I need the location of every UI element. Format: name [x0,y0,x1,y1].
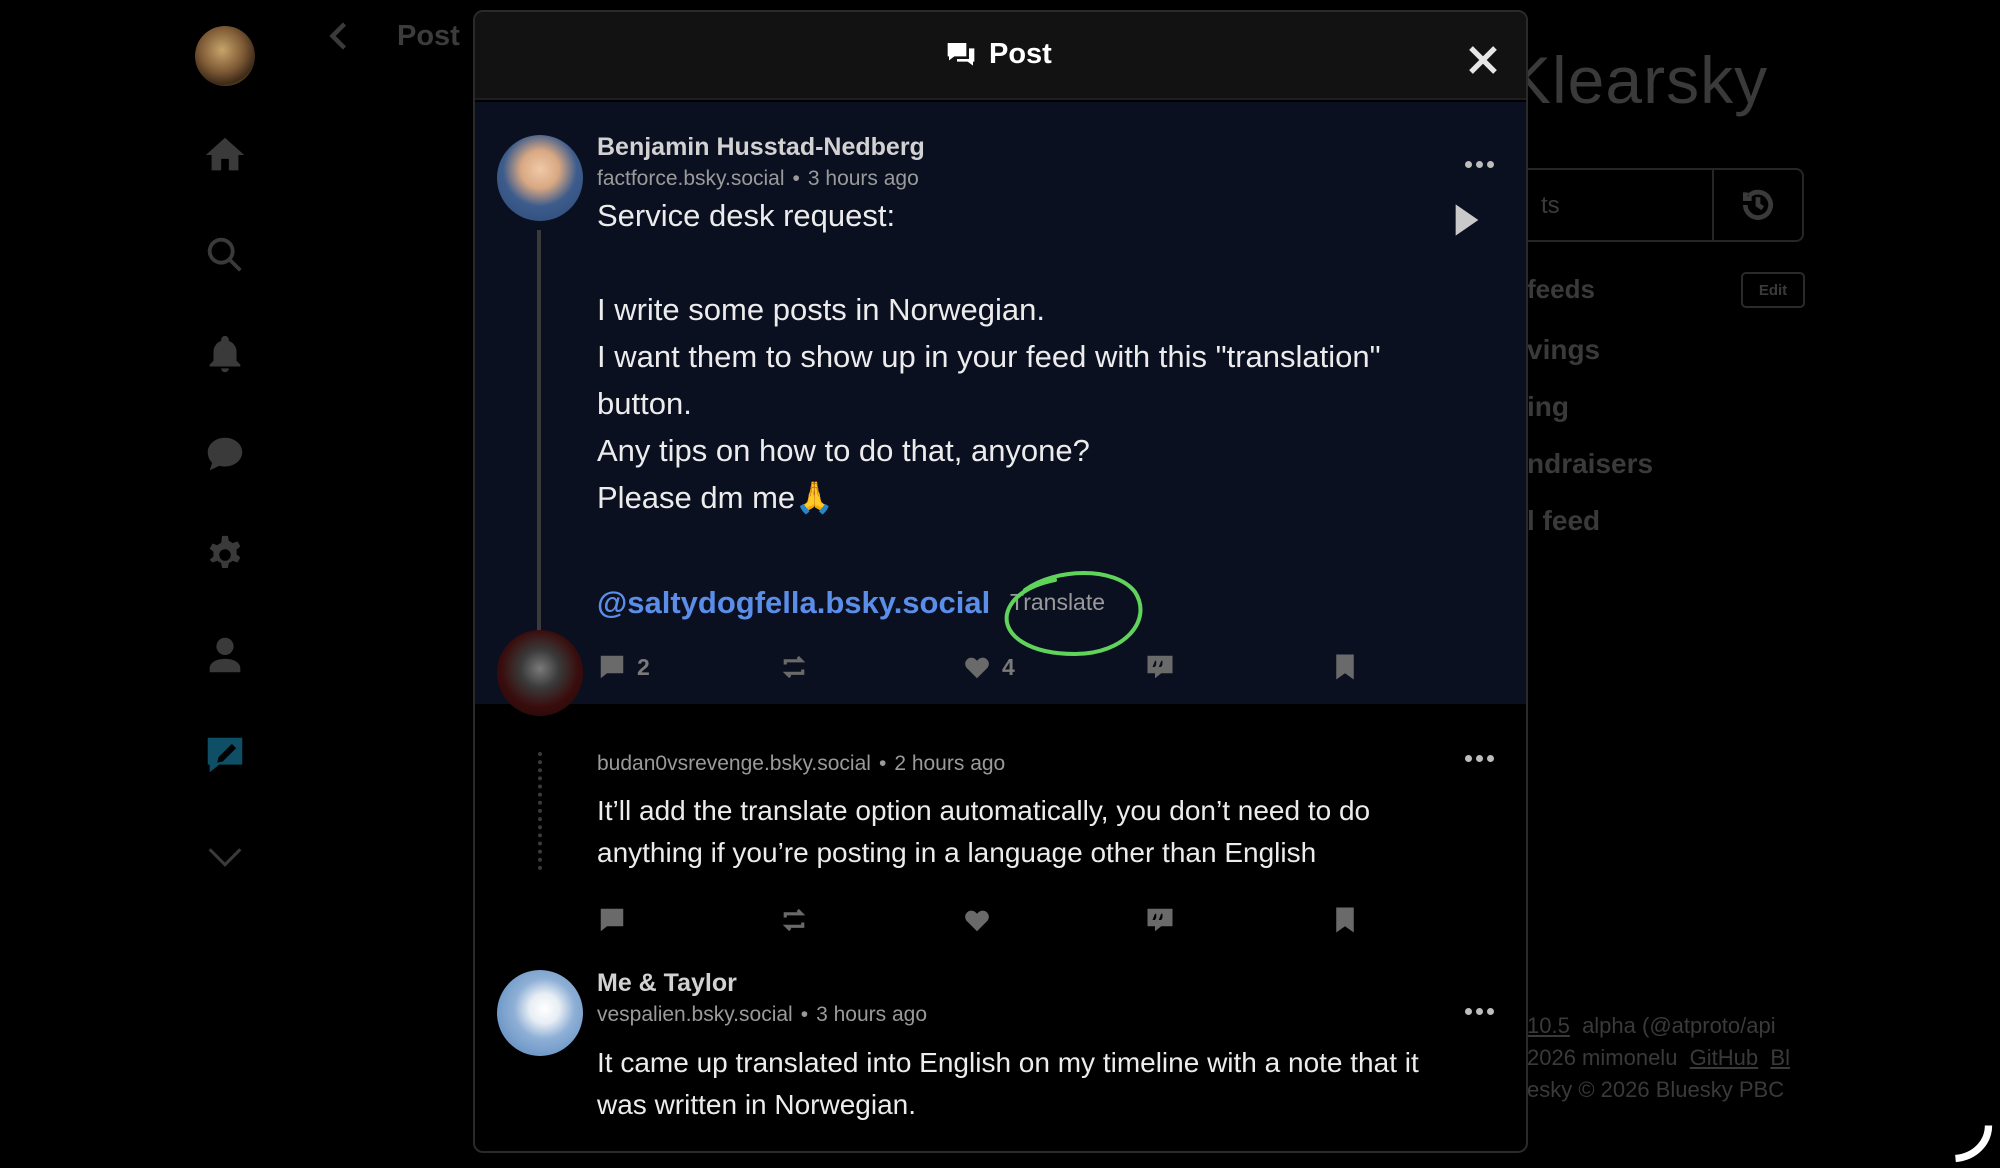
repost-button[interactable] [779,905,809,935]
close-button[interactable] [1465,42,1505,82]
bookmark-button[interactable] [1330,905,1360,935]
like-button[interactable]: 4 [962,652,1015,682]
footer-line-3: esky © 2026 Bluesky PBC [1527,1077,1785,1102]
post-meta: factforce.bsky.social • 3 hours ago [597,167,919,190]
brand-logo-text: Klearsky [1507,43,1769,117]
modal-header: Post [475,12,1526,100]
github-link[interactable]: GitHub [1690,1045,1758,1070]
reply-button[interactable] [597,905,627,935]
bookmark-icon [1336,907,1354,933]
feed-item[interactable]: vings [1527,334,1600,366]
quote-icon [1147,908,1173,932]
modal-title: Post [989,38,1052,70]
author-handle[interactable]: vespalien.bsky.social [597,1003,793,1026]
reply-button[interactable]: 2 [597,652,650,682]
reply-meta: vespalien.bsky.social • 3 hours ago [597,1003,927,1026]
chevron-down-icon[interactable] [200,832,250,882]
quote-button[interactable] [1145,652,1175,682]
modal-title-wrap: Post [945,38,1052,71]
version-link[interactable]: 10.5 [1527,1013,1570,1038]
avatar[interactable] [497,135,583,221]
home-icon[interactable] [200,130,250,180]
avatar[interactable] [497,630,583,716]
compose-icon[interactable] [200,730,250,780]
footer-line-2: 2026 mimonelu GitHub Bl [1527,1045,1790,1070]
user-icon[interactable] [200,630,250,680]
reply-actions [597,905,1397,945]
post-actions: 2 4 [597,652,1397,692]
user-avatar[interactable] [195,26,255,86]
author-name[interactable]: Benjamin Husstad-Nedberg [597,133,925,162]
post-body: Service desk request: I write some posts… [597,198,1381,515]
chat-icon[interactable] [200,430,250,480]
page-title: Post [397,20,460,52]
feeds-label: feeds [1527,274,1595,304]
heart-icon [965,910,989,932]
search-placeholder: ts [1541,192,1560,219]
history-button[interactable] [1712,168,1804,242]
more-options-icon[interactable] [1465,154,1505,174]
mention-link[interactable]: @saltydogfella.bsky.social [597,585,990,621]
gear-icon[interactable] [200,530,250,580]
feed-item[interactable]: ing [1527,391,1569,423]
author-handle[interactable]: budan0vsrevenge.bsky.social [597,752,871,775]
repost-icon [782,908,806,932]
avatar[interactable] [497,970,583,1056]
footer-link[interactable]: Bl [1770,1045,1790,1070]
search-icon[interactable] [200,230,250,280]
quote-icon [1147,655,1173,679]
hand-drawn-circle-icon [1004,571,1143,657]
author-handle[interactable]: factforce.bsky.social [597,167,785,190]
right-panel: Klearsky ts feeds Edit vings ing ndraise… [1487,0,1997,1168]
bookmark-button[interactable] [1330,652,1360,682]
repost-icon [782,655,806,679]
repost-button[interactable] [779,652,809,682]
like-button[interactable] [962,905,992,935]
main-post[interactable]: Benjamin Husstad-Nedberg factforce.bsky.… [475,102,1526,704]
reply-icon [600,908,624,932]
post-time[interactable]: 2 hours ago [894,752,1005,775]
annotation-circle [995,562,1145,662]
chat-bubbles-icon [947,42,975,66]
post-time[interactable]: 3 hours ago [816,1003,927,1026]
bookmark-icon [1336,654,1354,680]
heart-icon [965,657,989,679]
bell-icon[interactable] [200,330,250,380]
flag-icon[interactable] [1452,203,1482,237]
more-options-icon[interactable] [1465,748,1505,768]
more-options-icon[interactable] [1465,1001,1505,1021]
reply-body: It came up translated into English on my… [597,1047,1419,1120]
quote-button[interactable] [1145,905,1175,935]
edit-feeds-button[interactable]: Edit [1741,272,1805,308]
post-modal: Post Benjamin Husstad-Nedberg factforce.… [473,10,1528,1153]
close-icon [1469,46,1497,74]
footer-line-1: 10.5 alpha (@atproto/api [1527,1013,1776,1038]
feed-item[interactable]: l feed [1527,505,1600,537]
feed-item[interactable]: ndraisers [1527,448,1653,480]
loading-spinner-icon [1950,1120,1994,1164]
back-arrow-icon[interactable] [322,18,362,58]
post-time[interactable]: 3 hours ago [808,167,919,190]
history-icon [1742,189,1774,220]
thread-dots [538,752,542,870]
reply-body: It’ll add the translate option automatic… [597,795,1371,868]
reply-icon [600,655,624,679]
author-name[interactable]: Me & Taylor [597,969,737,998]
reply-meta: budan0vsrevenge.bsky.social • 2 hours ago [597,752,1006,775]
